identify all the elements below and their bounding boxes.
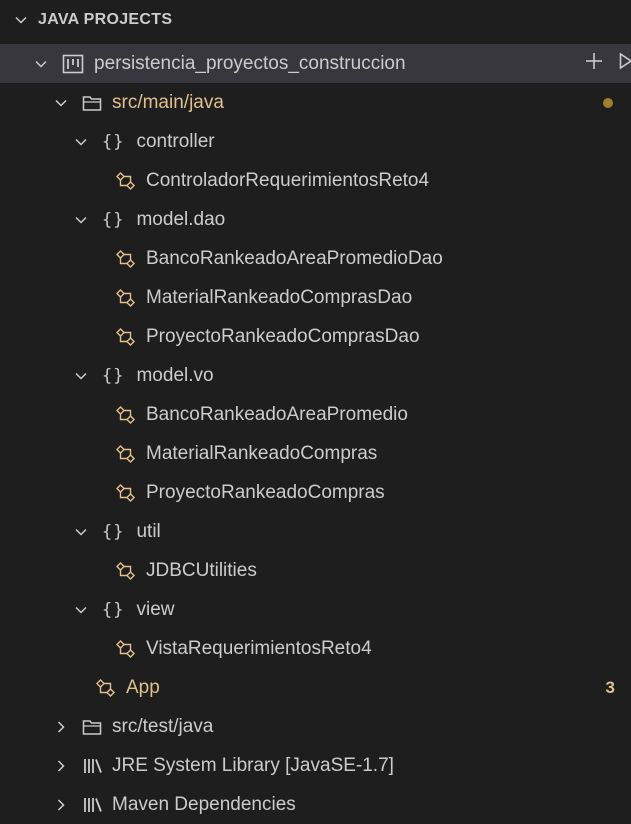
folder-icon [82,94,102,112]
tree-item-jre-library[interactable]: JRE System Library [JavaSE-1.7] [0,746,631,785]
section-title: JAVA PROJECTS [38,11,173,28]
class-icon [116,639,136,659]
tree-item-label: Maven Dependencies [112,793,296,815]
tree-item-package-model-dao[interactable]: {} model.dao [0,200,631,239]
tree-item-label: model.dao [136,208,226,230]
class-icon [116,561,136,581]
tree-item-label: App [126,676,160,698]
tree-item-project[interactable]: persistencia_proyectos_construccion [0,44,631,83]
tree-item-class-app[interactable]: App 3 [0,668,631,707]
add-icon[interactable] [583,50,605,78]
tree-item-label: ControladorRequerimientosReto4 [146,169,430,191]
tree-item-class[interactable]: VistaRequerimientosReto4 [0,629,631,668]
package-icon: {} [102,521,125,542]
modified-indicator [603,97,613,108]
class-icon [116,171,136,191]
folder-icon [82,718,102,736]
tree-item-label: ProyectoRankeadoCompras [146,481,385,503]
chevron-down-icon[interactable] [14,13,28,27]
tree-item-label: VistaRequerimientosReto4 [146,637,372,659]
tree-item-class[interactable]: MaterialRankeadoComprasDao [0,278,631,317]
package-icon: {} [102,209,125,230]
library-icon [82,796,102,814]
tree-item-class[interactable]: ProyectoRankeadoCompras [0,473,631,512]
tree-item-src-test[interactable]: src/test/java [0,707,631,746]
tree-item-label: model.vo [136,364,214,386]
chevron-down-icon[interactable] [74,369,88,383]
chevron-down-icon[interactable] [74,525,88,539]
class-icon [116,249,136,269]
tree-item-label: view [136,598,175,620]
tree-item-label: JDBCUtilities [146,559,257,581]
chevron-right-icon[interactable] [54,720,68,734]
row-actions [583,50,631,78]
tree-item-class[interactable]: BancoRankeadoAreaPromedioDao [0,239,631,278]
class-icon [116,444,136,464]
tree-item-class[interactable]: BancoRankeadoAreaPromedio [0,395,631,434]
tree-item-class[interactable]: ProyectoRankeadoComprasDao [0,317,631,356]
tree-item-label: util [136,520,161,542]
chevron-down-icon[interactable] [74,603,88,617]
chevron-right-icon[interactable] [54,759,68,773]
project-icon [62,54,84,74]
package-icon: {} [102,131,125,152]
tree-item-label: MaterialRankeadoComprasDao [146,286,413,308]
tree-item-class[interactable]: MaterialRankeadoCompras [0,434,631,473]
tree-item-label: src/main/java [112,91,224,113]
java-projects-panel: JAVA PROJECTS persistencia_proyectos_con… [0,0,631,815]
tree-item-package-util[interactable]: {} util [0,512,631,551]
tree-item-maven-dependencies[interactable]: Maven Dependencies [0,785,631,824]
tree-item-package-controller[interactable]: {} controller [0,122,631,161]
class-icon [96,678,116,698]
class-icon [116,405,136,425]
tree-item-src-main[interactable]: src/main/java [0,83,631,122]
tree-item-label: BancoRankeadoAreaPromedio [146,403,408,425]
package-icon: {} [102,599,125,620]
chevron-down-icon[interactable] [74,135,88,149]
tree-item-label: JRE System Library [JavaSE-1.7] [112,754,394,776]
library-icon [82,757,102,775]
tree-item-class[interactable]: JDBCUtilities [0,551,631,590]
chevron-right-icon[interactable] [54,798,68,812]
tree-item-class[interactable]: ControladorRequerimientosReto4 [0,161,631,200]
package-icon: {} [102,365,125,386]
tree-item-label: controller [136,130,215,152]
chevron-down-icon[interactable] [54,96,68,110]
tree-item-label: ProyectoRankeadoComprasDao [146,325,420,347]
tree-item-label: MaterialRankeadoCompras [146,442,378,464]
section-header[interactable]: JAVA PROJECTS [0,0,631,40]
run-icon[interactable] [619,50,631,78]
project-name: persistencia_proyectos_construccion [94,52,406,74]
chevron-down-icon[interactable] [74,213,88,227]
tree-item-package-model-vo[interactable]: {} model.vo [0,356,631,395]
tree-item-label: src/test/java [112,715,214,737]
problems-badge: 3 [605,677,615,697]
chevron-down-icon[interactable] [34,57,48,71]
class-icon [116,288,136,308]
class-icon [116,483,136,503]
class-icon [116,327,136,347]
tree-item-package-view[interactable]: {} view [0,590,631,629]
tree-item-label: BancoRankeadoAreaPromedioDao [146,247,443,269]
